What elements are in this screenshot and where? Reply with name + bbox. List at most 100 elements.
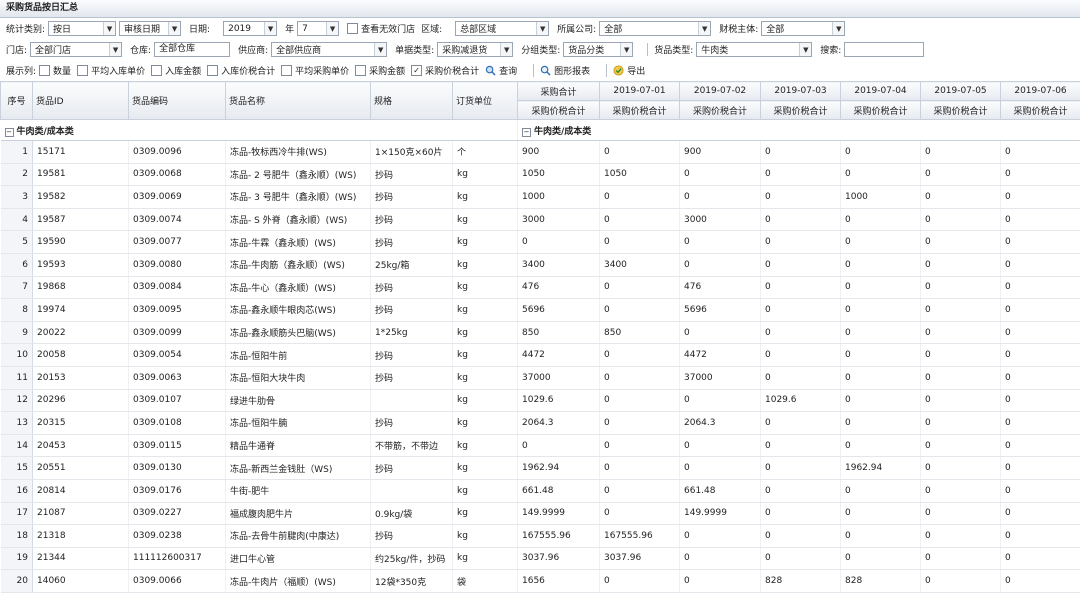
cell-goods-id: 20315 <box>33 412 129 435</box>
table-row[interactable]: 7198680309.0084冻品-牛心（鑫永顺）(WS)抄码kg4760476… <box>1 276 1080 299</box>
subheader-date-5[interactable]: 采购价税合计 <box>921 101 1001 120</box>
table-row[interactable]: 6195930309.0080冻品-牛肉筋（鑫永顺）(WS)25kg/箱kg34… <box>1 253 1080 276</box>
header-spec[interactable]: 规格 <box>371 82 453 120</box>
doc-type-label: 单据类型: <box>395 43 434 56</box>
export-icon <box>613 65 624 76</box>
subheader-date-3[interactable]: 采购价税合计 <box>761 101 841 120</box>
header-goods-id[interactable]: 货品ID <box>33 82 129 120</box>
cell-goods-code: 0309.0069 <box>129 186 226 209</box>
warehouse-input[interactable]: 全部仓库 <box>154 42 230 57</box>
cell-date-value: 0 <box>841 276 921 299</box>
supplier-select[interactable]: 全部供应商▼ <box>271 42 387 57</box>
header-date-4[interactable]: 2019-07-04 <box>841 82 921 101</box>
cell-date-value: 0 <box>841 321 921 344</box>
header-date-6[interactable]: 2019-07-06 <box>1001 82 1080 101</box>
subheader-date-4[interactable]: 采购价税合计 <box>841 101 921 120</box>
header-total[interactable]: 采购合计 <box>518 82 600 101</box>
date-type-select[interactable]: 审核日期▼ <box>119 21 181 36</box>
table-row[interactable]: 16208140309.0176牛街-肥牛kg661.480661.480000 <box>1 479 1080 502</box>
store-select[interactable]: 全部门店▼ <box>30 42 122 57</box>
group-type-select[interactable]: 货品分类▼ <box>563 42 633 57</box>
divider <box>533 64 534 77</box>
col-purchase-tax-total-checkbox[interactable]: ✓采购价税合计 <box>411 64 479 77</box>
cell-date-value: 0 <box>761 276 841 299</box>
collapse-icon[interactable]: − <box>5 128 14 137</box>
col-qty-checkbox[interactable]: 数量 <box>39 64 71 77</box>
cell-goods-name: 冻品-牛肉片（福顺）(WS) <box>226 570 371 593</box>
collapse-icon[interactable]: − <box>522 128 531 137</box>
table-row[interactable]: 2195810309.0068冻品- 2 号肥牛（鑫永顺）(WS)抄码kg105… <box>1 163 1080 186</box>
query-button[interactable]: 查询 <box>485 64 517 77</box>
col-avg-purchase-price-checkbox[interactable]: 平均采购单价 <box>281 64 349 77</box>
col-purchase-amount-checkbox[interactable]: 采购金额 <box>355 64 405 77</box>
year-label: 年 <box>285 22 294 35</box>
table-row[interactable]: 8199740309.0095冻品-鑫永顺牛眼肉芯(WS)抄码kg5696056… <box>1 299 1080 322</box>
cell-spec: 抄码 <box>371 299 453 322</box>
cell-total: 5696 <box>518 299 600 322</box>
table-row[interactable]: 17210870309.0227福成腹肉肥牛片0.9kg/袋kg149.9999… <box>1 502 1080 525</box>
cell-date-value: 0 <box>680 186 761 209</box>
header-goods-code[interactable]: 货品编码 <box>129 82 226 120</box>
cell-date-value: 0 <box>841 299 921 322</box>
cell-date-value: 0 <box>1001 479 1080 502</box>
group-row[interactable]: −牛肉类/成本类 −牛肉类/成本类 <box>1 120 1080 141</box>
header-date-3[interactable]: 2019-07-03 <box>761 82 841 101</box>
cell-date-value: 0 <box>841 163 921 186</box>
month-select[interactable]: 7▼ <box>297 21 339 36</box>
table-row[interactable]: 15205510309.0130冻品-新西兰金钱肚（WS)抄码kg1962.94… <box>1 457 1080 480</box>
header-seq[interactable]: 序号 <box>1 82 33 120</box>
header-date-1[interactable]: 2019-07-01 <box>600 82 680 101</box>
table-row[interactable]: 18213180309.0238冻品-去骨牛前腱肉(中康达)抄码kg167555… <box>1 525 1080 548</box>
doc-type-select[interactable]: 采购减退货▼ <box>437 42 513 57</box>
table-row[interactable]: 1921344111112600317进口牛心管约25kg/件，抄码kg3037… <box>1 547 1080 570</box>
cell-date-value: 0 <box>680 457 761 480</box>
row-index: 4 <box>1 208 33 231</box>
cell-date-value: 0 <box>1001 457 1080 480</box>
table-row[interactable]: 9200220309.0099冻品-鑫永顺筋头巴脑(WS)1*25kgkg850… <box>1 321 1080 344</box>
table-row[interactable]: 20140600309.0066冻品-牛肉片（福顺）(WS)12袋*350克袋1… <box>1 570 1080 593</box>
col-in-amount-checkbox[interactable]: 入库金额 <box>151 64 201 77</box>
cell-unit: kg <box>453 479 518 502</box>
cell-date-value: 476 <box>680 276 761 299</box>
table-row[interactable]: 5195900309.0077冻品-牛霖（鑫永顺）(WS)抄码kg0000000 <box>1 231 1080 254</box>
year-select[interactable]: 2019▼ <box>223 21 277 36</box>
cell-goods-id: 20814 <box>33 479 129 502</box>
chevron-down-icon: ▼ <box>698 22 710 35</box>
cell-goods-code: 0309.0054 <box>129 344 226 367</box>
col-in-tax-total-checkbox[interactable]: 入库价税合计 <box>207 64 275 77</box>
tax-entity-select[interactable]: 全部▼ <box>761 21 845 36</box>
header-date-5[interactable]: 2019-07-05 <box>921 82 1001 101</box>
cell-date-value: 0 <box>921 434 1001 457</box>
subheader-total[interactable]: 采购价税合计 <box>518 101 600 120</box>
row-index: 12 <box>1 389 33 412</box>
subheader-date-1[interactable]: 采购价税合计 <box>600 101 680 120</box>
cell-date-value: 149.9999 <box>680 502 761 525</box>
cell-date-value: 3000 <box>680 208 761 231</box>
table-row[interactable]: 10200580309.0054冻品-恒阳牛前抄码kg4472044720000 <box>1 344 1080 367</box>
subheader-date-6[interactable]: 采购价税合计 <box>1001 101 1080 120</box>
table-row[interactable]: 13203150309.0108冻品-恒阳牛腩抄码kg2064.302064.3… <box>1 412 1080 435</box>
show-invalid-store-checkbox[interactable]: 查看无效门店 <box>347 22 415 35</box>
table-row[interactable]: 14204530309.0115精品牛通脊不带筋，不带边kg0000000 <box>1 434 1080 457</box>
cell-date-value: 0 <box>1001 163 1080 186</box>
header-date-2[interactable]: 2019-07-02 <box>680 82 761 101</box>
table-row[interactable]: 11201530309.0063冻品-恒阳大块牛肉抄码kg37000037000… <box>1 366 1080 389</box>
header-unit[interactable]: 订货单位 <box>453 82 518 120</box>
cell-date-value: 0 <box>1001 276 1080 299</box>
table-row[interactable]: 4195870309.0074冻品- S 外脊（鑫永顺）(WS)抄码kg3000… <box>1 208 1080 231</box>
cell-date-value: 0 <box>921 186 1001 209</box>
table-row[interactable]: 1151710309.0096冻品-牧标西冷牛排(WS)1×150克×60片个9… <box>1 141 1080 164</box>
stat-type-select[interactable]: 按日▼ <box>48 21 116 36</box>
chart-report-button[interactable]: 图形报表 <box>540 64 590 77</box>
col-avg-in-price-checkbox[interactable]: 平均入库单价 <box>77 64 145 77</box>
search-input[interactable] <box>844 42 924 57</box>
export-button[interactable]: 导出 <box>613 64 645 77</box>
table-row[interactable]: 12202960309.0107绿进牛肋骨kg1029.6001029.6000 <box>1 389 1080 412</box>
region-select[interactable]: 总部区域▼ <box>455 21 549 36</box>
subheader-date-2[interactable]: 采购价税合计 <box>680 101 761 120</box>
table-row[interactable]: 3195820309.0069冻品- 3 号肥牛（鑫永顺）(WS)抄码kg100… <box>1 186 1080 209</box>
company-select[interactable]: 全部▼ <box>599 21 711 36</box>
cell-goods-id: 19581 <box>33 163 129 186</box>
header-goods-name[interactable]: 货品名称 <box>226 82 371 120</box>
goods-type-select[interactable]: 牛肉类▼ <box>696 42 812 57</box>
